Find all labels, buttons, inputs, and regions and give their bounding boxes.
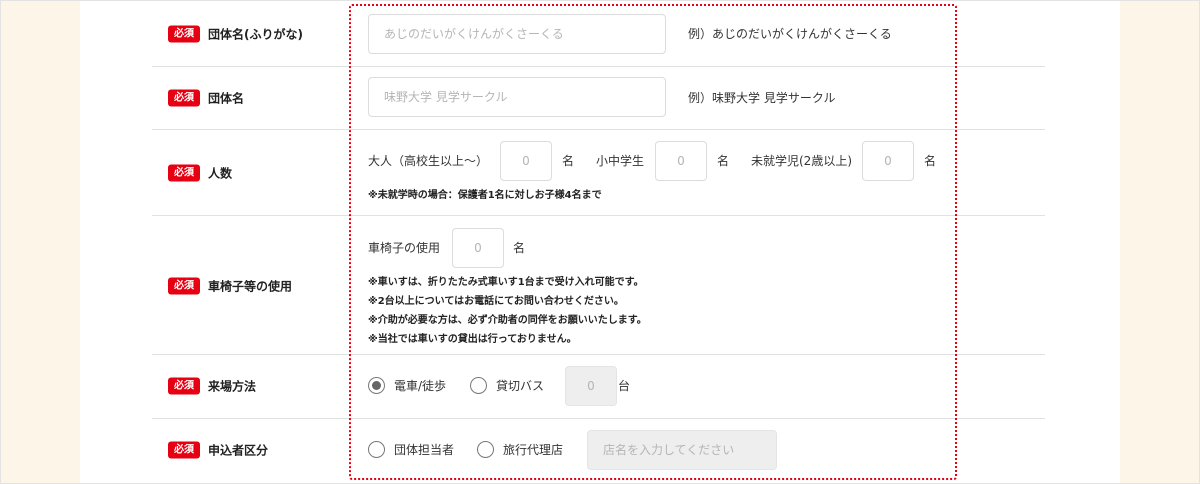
required-badge: 必須 (168, 25, 200, 43)
radio-bus[interactable] (470, 377, 487, 394)
adult-count-input[interactable]: 0 (500, 141, 552, 181)
infant-count-input[interactable]: 0 (862, 141, 914, 181)
required-badge: 必須 (168, 441, 200, 459)
adult-label: 大人（高校生以上〜） (368, 154, 489, 168)
group-name-input[interactable]: 味野大学 見学サークル (368, 77, 666, 117)
required-badge: 必須 (168, 164, 200, 182)
field-label-transport: 必須 来場方法 (168, 377, 256, 395)
infant-label: 未就学児(2歳以上) (751, 154, 852, 168)
option-train-label[interactable]: 電車/徒歩 (394, 378, 446, 394)
group-name-example: 例）味野大学 見学サークル (688, 91, 836, 105)
adult-unit: 名 (562, 154, 575, 168)
radio-train[interactable] (368, 377, 385, 394)
wheelchair-unit: 名 (513, 241, 526, 255)
option-bus-label[interactable]: 貸切バス (496, 378, 544, 394)
field-label-headcount: 必須 人数 (168, 164, 232, 182)
group-kana-example: 例）あじのだいがくけんがくさーくる (688, 27, 892, 41)
group-kana-input[interactable]: あじのだいがくけんがくさーくる (368, 14, 666, 54)
wheelchair-note: ※当社では車いすの貸出は行っておりません。 (368, 334, 577, 345)
field-label-wheelchair: 必須 車椅子等の使用 (168, 277, 292, 295)
wheelchair-note: ※2台以上についてはお電話にてお問い合わせください。 (368, 296, 624, 307)
required-badge: 必須 (168, 277, 200, 295)
option-group-contact-label[interactable]: 団体担当者 (394, 442, 454, 458)
child-count-input[interactable]: 0 (655, 141, 707, 181)
field-label-group-name: 必須 団体名 (168, 89, 244, 107)
headcount-note: ※未就学時の場合：保護者1名に対しお子様4名まで (368, 190, 602, 201)
left-side-panel (0, 0, 80, 484)
row-group-kana: 必須 団体名(ふりがな) あじのだいがくけんがくさーくる 例）あじのだいがくけん… (152, 0, 1045, 67)
radio-group-contact[interactable] (368, 441, 385, 458)
bus-count-input[interactable]: 0 (565, 366, 617, 406)
field-label-group-kana: 必須 団体名(ふりがな) (168, 25, 303, 43)
bus-unit: 台 (618, 379, 631, 393)
wheelchair-note: ※車いすは、折りたたみ式車いす1台まで受け入れ可能です。 (368, 277, 644, 288)
option-travel-agency-label[interactable]: 旅行代理店 (503, 442, 563, 458)
row-headcount: 必須 人数 大人（高校生以上〜） 0 名 小中学生 0 名 未就学児(2歳以上)… (152, 130, 1045, 216)
child-unit: 名 (717, 154, 730, 168)
wheelchair-field-label: 車椅子の使用 (368, 241, 441, 255)
required-badge: 必須 (168, 89, 200, 107)
child-label: 小中学生 (596, 154, 645, 168)
radio-travel-agency[interactable] (477, 441, 494, 458)
right-side-panel (1120, 0, 1200, 484)
row-applicant: 必須 申込者区分 団体担当者 旅行代理店 店名を入力してください (152, 419, 1045, 484)
row-transport: 必須 来場方法 電車/徒歩 貸切バス 0 台 (152, 355, 1045, 419)
row-wheelchair: 必須 車椅子等の使用 車椅子の使用 0 名 ※車いすは、折りたたみ式車いす1台ま… (152, 216, 1045, 355)
row-group-name: 必須 団体名 味野大学 見学サークル 例）味野大学 見学サークル (152, 67, 1045, 130)
store-name-input[interactable]: 店名を入力してください (587, 430, 777, 470)
wheelchair-note: ※介助が必要な方は、必ず介助者の同伴をお願いいたします。 (368, 315, 647, 326)
field-label-applicant: 必須 申込者区分 (168, 441, 268, 459)
wheelchair-count-input[interactable]: 0 (452, 228, 504, 268)
infant-unit: 名 (924, 154, 937, 168)
required-badge: 必須 (168, 377, 200, 395)
